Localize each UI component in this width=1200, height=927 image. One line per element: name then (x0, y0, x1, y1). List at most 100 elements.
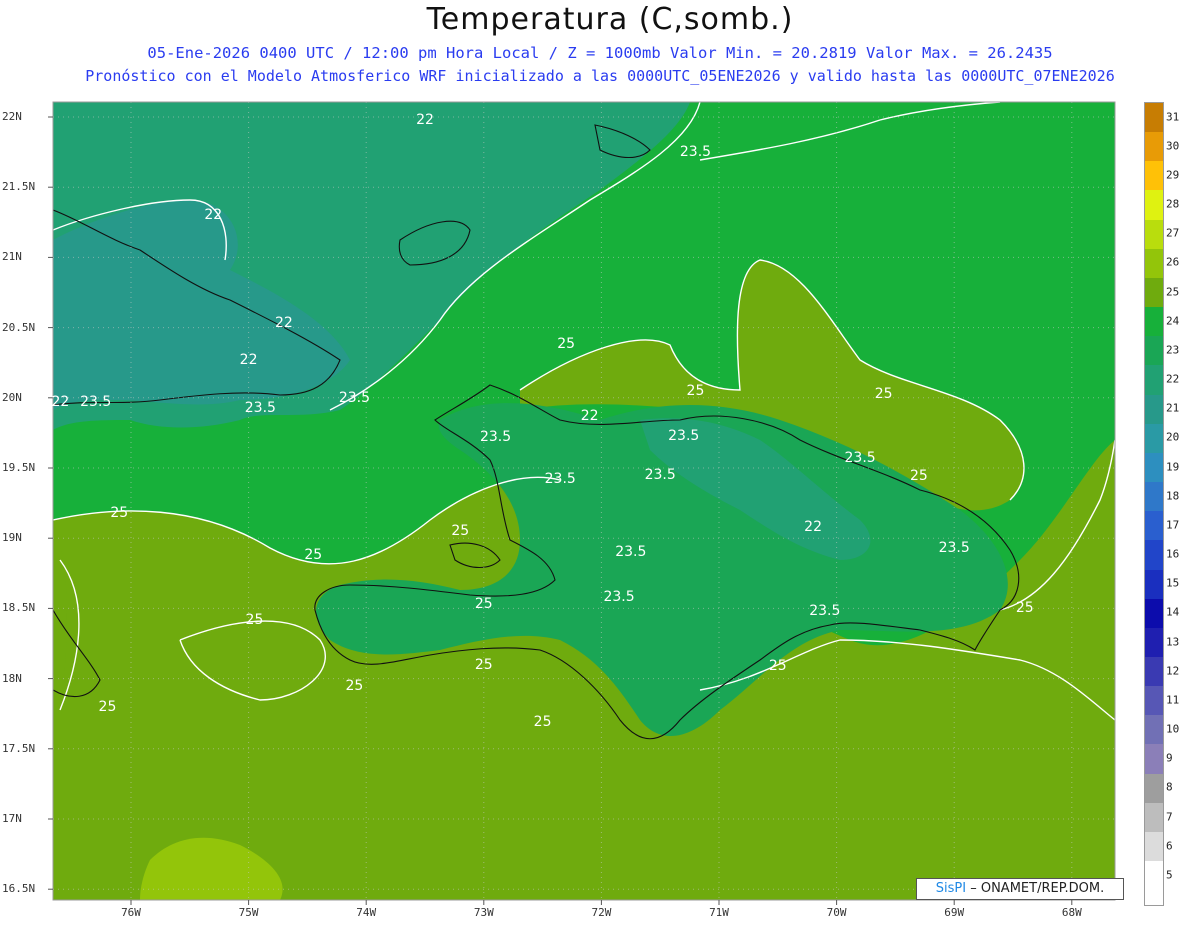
legend-label: 18 (1166, 489, 1180, 503)
legend-label: 23 (1166, 343, 1180, 357)
contour-label: 25 (557, 336, 576, 353)
legend-label: 17 (1166, 518, 1180, 532)
lat-label: 17N (2, 812, 22, 825)
legend-label: 25 (1166, 285, 1180, 299)
legend-label: 11 (1166, 693, 1180, 707)
legend-label: 9 (1166, 751, 1173, 765)
contour-label: 25 (768, 657, 787, 674)
legend-swatch (1145, 861, 1163, 891)
legend-swatch (1145, 307, 1163, 337)
lat-label: 18.5N (2, 601, 36, 615)
contour-label: 23.5 (668, 427, 700, 444)
contour-label: 22 (804, 518, 822, 535)
lon-label: 73W (473, 906, 494, 919)
legend-swatch (1145, 773, 1163, 803)
sispi-brand: SisPI (935, 881, 967, 896)
lat-label: 16.5N (2, 882, 36, 896)
legend-label: 5 (1166, 868, 1173, 882)
contour-label: 25 (345, 677, 364, 694)
contour-label: 23.5 (644, 467, 676, 484)
legend-label: 31 (1166, 110, 1180, 124)
contour-label: 22 (51, 394, 70, 410)
legend-swatch (1145, 656, 1163, 687)
legend-label: 24 (1166, 314, 1180, 328)
legend-label: 22 (1166, 372, 1180, 386)
legend-swatch (1145, 744, 1163, 774)
legend-label: 29 (1166, 168, 1180, 182)
contour-label: 25 (686, 382, 705, 399)
contour-label: 23.5 (544, 471, 576, 488)
contour-label: 23.5 (938, 540, 970, 557)
lat-label: 21.5N (2, 180, 36, 194)
lat-label: 20.5N (2, 320, 36, 334)
lat-label: 18N (2, 671, 22, 685)
lon-label: 76W (121, 906, 141, 919)
legend-label: 6 (1166, 839, 1173, 853)
lon-label: 75W (238, 906, 259, 919)
lat-label: 21N (2, 250, 22, 264)
contour-label: 25 (304, 547, 323, 564)
contour-label: 22 (580, 408, 599, 425)
contour-label: 25 (474, 656, 493, 673)
temperature-map (48, 101, 1116, 905)
contour-label: 25 (110, 504, 129, 521)
legend-label: 28 (1166, 197, 1180, 211)
legend-swatch (1145, 277, 1163, 308)
lon-label: 74W (356, 906, 377, 919)
legend-swatch (1145, 715, 1163, 745)
contour-label: 22 (204, 207, 223, 224)
legend-swatch (1145, 132, 1163, 162)
contour-label: 25 (874, 385, 893, 402)
lon-label: 72W (591, 906, 612, 919)
legend-label: 13 (1166, 635, 1180, 649)
legend-label: 10 (1166, 722, 1180, 736)
contour-label: 25 (451, 523, 470, 540)
contour-label: 23.5 (479, 429, 512, 446)
legend-swatch (1145, 336, 1163, 366)
contour-label: 23.5 (615, 544, 647, 561)
color-legend-bar (1144, 102, 1164, 906)
legend-swatch (1145, 686, 1163, 716)
legend-label: 26 (1166, 255, 1180, 269)
legend-label: 21 (1166, 401, 1180, 415)
contour-label: 23.5 (679, 144, 712, 161)
legend-swatch (1145, 452, 1163, 483)
contour-label: 25 (909, 468, 928, 485)
contour-label: 25 (533, 714, 552, 731)
legend-swatch (1145, 248, 1163, 278)
contour-label: 25 (1015, 600, 1034, 617)
contour-label: 25 (98, 698, 117, 715)
contour-label: 23.5 (244, 399, 276, 416)
legend-swatch (1145, 627, 1163, 657)
legend-swatch (1145, 511, 1163, 541)
lat-label: 22N (2, 110, 22, 123)
legend-label: 12 (1166, 664, 1180, 678)
contour-label: 23.5 (603, 589, 635, 606)
lon-label: 68W (1061, 906, 1082, 919)
legend-label: 16 (1166, 547, 1180, 561)
legend-swatch (1145, 802, 1163, 832)
legend-swatch (1145, 540, 1163, 570)
contour-label: 22 (416, 111, 434, 128)
legend-label: 19 (1166, 460, 1180, 474)
legend-label: 8 (1166, 780, 1173, 794)
credit-box: SisPI – ONAMET/REP.DOM. (916, 878, 1124, 900)
legend-swatch (1145, 394, 1163, 424)
legend-swatch (1145, 831, 1163, 862)
contour-label: 25 (474, 596, 493, 613)
contour-label: 23.5 (844, 450, 876, 467)
lat-label: 19N (2, 531, 22, 545)
legend-swatch (1145, 365, 1163, 395)
legend-swatch (1145, 423, 1163, 453)
legend-swatch (1145, 190, 1163, 220)
credit-text: – ONAMET/REP.DOM. (966, 881, 1105, 896)
legend-label: 30 (1166, 139, 1180, 153)
contour-label: 25 (245, 611, 264, 628)
lat-label: 19.5N (2, 461, 36, 474)
legend-swatch (1145, 219, 1163, 249)
legend-label: 14 (1166, 605, 1180, 619)
legend-swatch (1145, 161, 1163, 191)
legend-label: 20 (1166, 430, 1180, 444)
lon-label: 70W (826, 906, 847, 919)
contour-label: 22 (274, 315, 293, 332)
